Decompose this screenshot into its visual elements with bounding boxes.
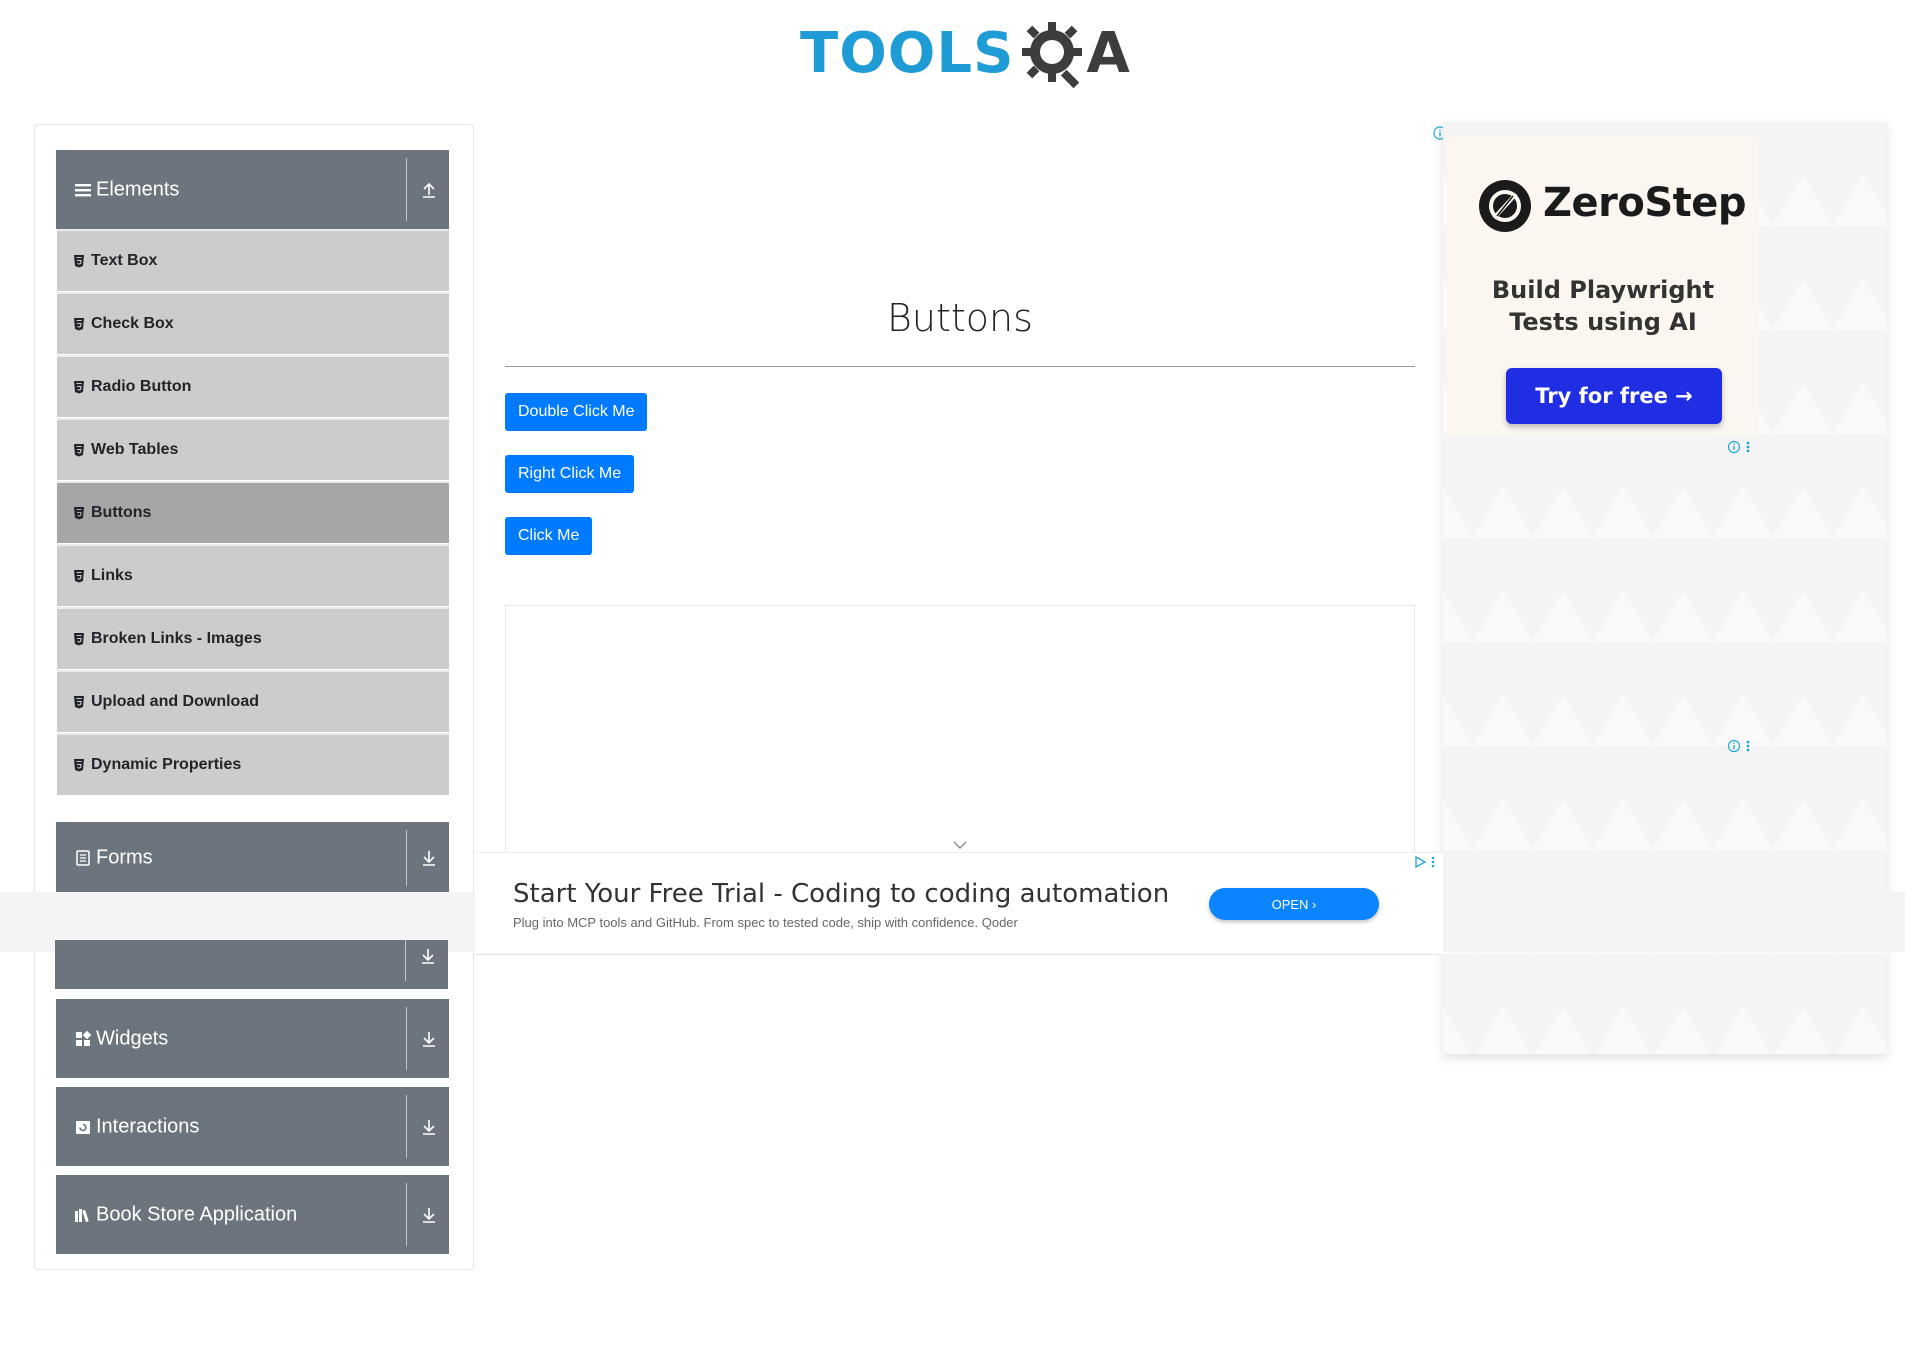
html5-icon bbox=[74, 507, 84, 520]
zerostep-card[interactable]: ZeroStep Build Playwright Tests using AI… bbox=[1447, 136, 1759, 436]
zerostep-brand-name: ZeroStep bbox=[1543, 180, 1747, 226]
group-header-widgets[interactable]: Widgets bbox=[56, 999, 449, 1078]
gear-magnifier-icon bbox=[1022, 22, 1083, 89]
group-header-forms[interactable]: Forms bbox=[56, 822, 449, 894]
arrow-down-icon[interactable] bbox=[419, 848, 439, 868]
group-title-elements: Elements bbox=[96, 178, 180, 200]
try-for-free-button[interactable]: Try for free → bbox=[1506, 368, 1722, 424]
right-click-button[interactable]: Right Click Me bbox=[505, 455, 635, 493]
arrow-up-icon[interactable] bbox=[419, 180, 439, 200]
menu-item-links[interactable]: Links bbox=[57, 544, 449, 606]
arrow-down-icon[interactable] bbox=[419, 1029, 439, 1049]
books-icon bbox=[75, 1208, 89, 1222]
divider bbox=[406, 1095, 407, 1158]
menu-item-label: Broken Links - Images bbox=[91, 630, 262, 647]
menu-item-label: Links bbox=[91, 567, 133, 584]
html5-icon bbox=[74, 570, 84, 583]
menu-item-upload-download[interactable]: Upload and Download bbox=[57, 670, 449, 732]
html5-icon bbox=[74, 759, 84, 772]
group-title-book-store: Book Store Application bbox=[96, 1203, 298, 1225]
group-header-elements[interactable]: Elements bbox=[56, 150, 449, 229]
menu-item-check-box[interactable]: Check Box bbox=[57, 292, 449, 354]
menu-item-label: Radio Button bbox=[91, 378, 192, 395]
menu-item-label: Upload and Download bbox=[91, 693, 259, 710]
open-button[interactable]: OPEN › bbox=[1209, 888, 1379, 920]
html5-icon bbox=[74, 444, 84, 457]
divider bbox=[406, 1183, 407, 1246]
group-header-interactions[interactable]: Interactions bbox=[56, 1087, 449, 1166]
qoder-banner-ad[interactable]: Start Your Free Trial - Coding to coding… bbox=[475, 852, 1443, 955]
left-sidebar: Elements Text Box Check Box Radio Button… bbox=[34, 124, 474, 1270]
menu-item-label: Dynamic Properties bbox=[91, 756, 242, 773]
group-title-interactions: Interactions bbox=[96, 1115, 200, 1137]
menu-item-dynamic-properties[interactable]: Dynamic Properties bbox=[57, 733, 449, 795]
double-click-button[interactable]: Double Click Me bbox=[505, 393, 648, 431]
menu-item-label: Check Box bbox=[91, 315, 174, 332]
document-icon bbox=[76, 850, 90, 866]
banner-subtitle: Plug into MCP tools and GitHub. From spe… bbox=[513, 915, 1018, 930]
logo-text-tools: TOOLS bbox=[800, 21, 1015, 86]
divider bbox=[406, 1007, 407, 1070]
arrow-down-icon[interactable] bbox=[419, 1205, 439, 1225]
menu-item-label: Text Box bbox=[91, 252, 158, 269]
arrow-down-icon[interactable] bbox=[418, 946, 438, 966]
ad-options-icon[interactable] bbox=[1727, 739, 1753, 753]
tagline-line-1: Build Playwright bbox=[1491, 276, 1715, 304]
group-title-widgets: Widgets bbox=[96, 1027, 169, 1049]
page-title: Buttons bbox=[887, 296, 1033, 340]
click-me-button[interactable]: Click Me bbox=[505, 517, 593, 555]
menu-item-web-tables[interactable]: Web Tables bbox=[57, 418, 449, 480]
html5-icon bbox=[74, 255, 84, 268]
divider bbox=[406, 830, 407, 886]
menu-item-label: Buttons bbox=[91, 504, 152, 521]
group-header-book-store[interactable]: Book Store Application bbox=[56, 1175, 449, 1254]
html5-icon bbox=[74, 633, 84, 646]
menu-icon bbox=[75, 183, 91, 196]
banner-title: Start Your Free Trial - Coding to coding… bbox=[513, 879, 1170, 909]
divider bbox=[405, 940, 406, 981]
title-divider bbox=[505, 366, 1415, 367]
html5-icon bbox=[74, 381, 84, 394]
adchoices-icon[interactable] bbox=[1413, 855, 1437, 869]
menu-item-buttons[interactable]: Buttons bbox=[57, 481, 449, 543]
divider bbox=[406, 158, 407, 221]
menu-item-broken-links[interactable]: Broken Links - Images bbox=[57, 607, 449, 669]
zerostep-tagline: Build Playwright Tests using AI bbox=[1447, 274, 1759, 338]
group-title-forms: Forms bbox=[96, 846, 153, 869]
chevron-down-icon[interactable] bbox=[952, 840, 968, 850]
tagline-line-2: Tests using AI bbox=[1509, 308, 1697, 336]
toolsqa-logo[interactable]: TOOLS A bbox=[800, 16, 1130, 92]
logo-text-a: A bbox=[1086, 21, 1130, 86]
group-header-alerts-frame-windows[interactable] bbox=[55, 940, 448, 989]
zerostep-logo-icon bbox=[1479, 180, 1531, 232]
menu-item-label: Web Tables bbox=[91, 441, 179, 458]
html5-icon bbox=[74, 318, 84, 331]
menu-item-radio-button[interactable]: Radio Button bbox=[57, 355, 449, 417]
menu-item-text-box[interactable]: Text Box bbox=[57, 229, 449, 291]
ad-options-icon[interactable] bbox=[1727, 440, 1753, 454]
arrow-down-icon[interactable] bbox=[419, 1117, 439, 1137]
interactions-icon bbox=[76, 1120, 90, 1134]
html5-icon bbox=[74, 696, 84, 709]
ad-placeholder-panel bbox=[505, 605, 1415, 855]
widgets-icon bbox=[76, 1030, 92, 1046]
